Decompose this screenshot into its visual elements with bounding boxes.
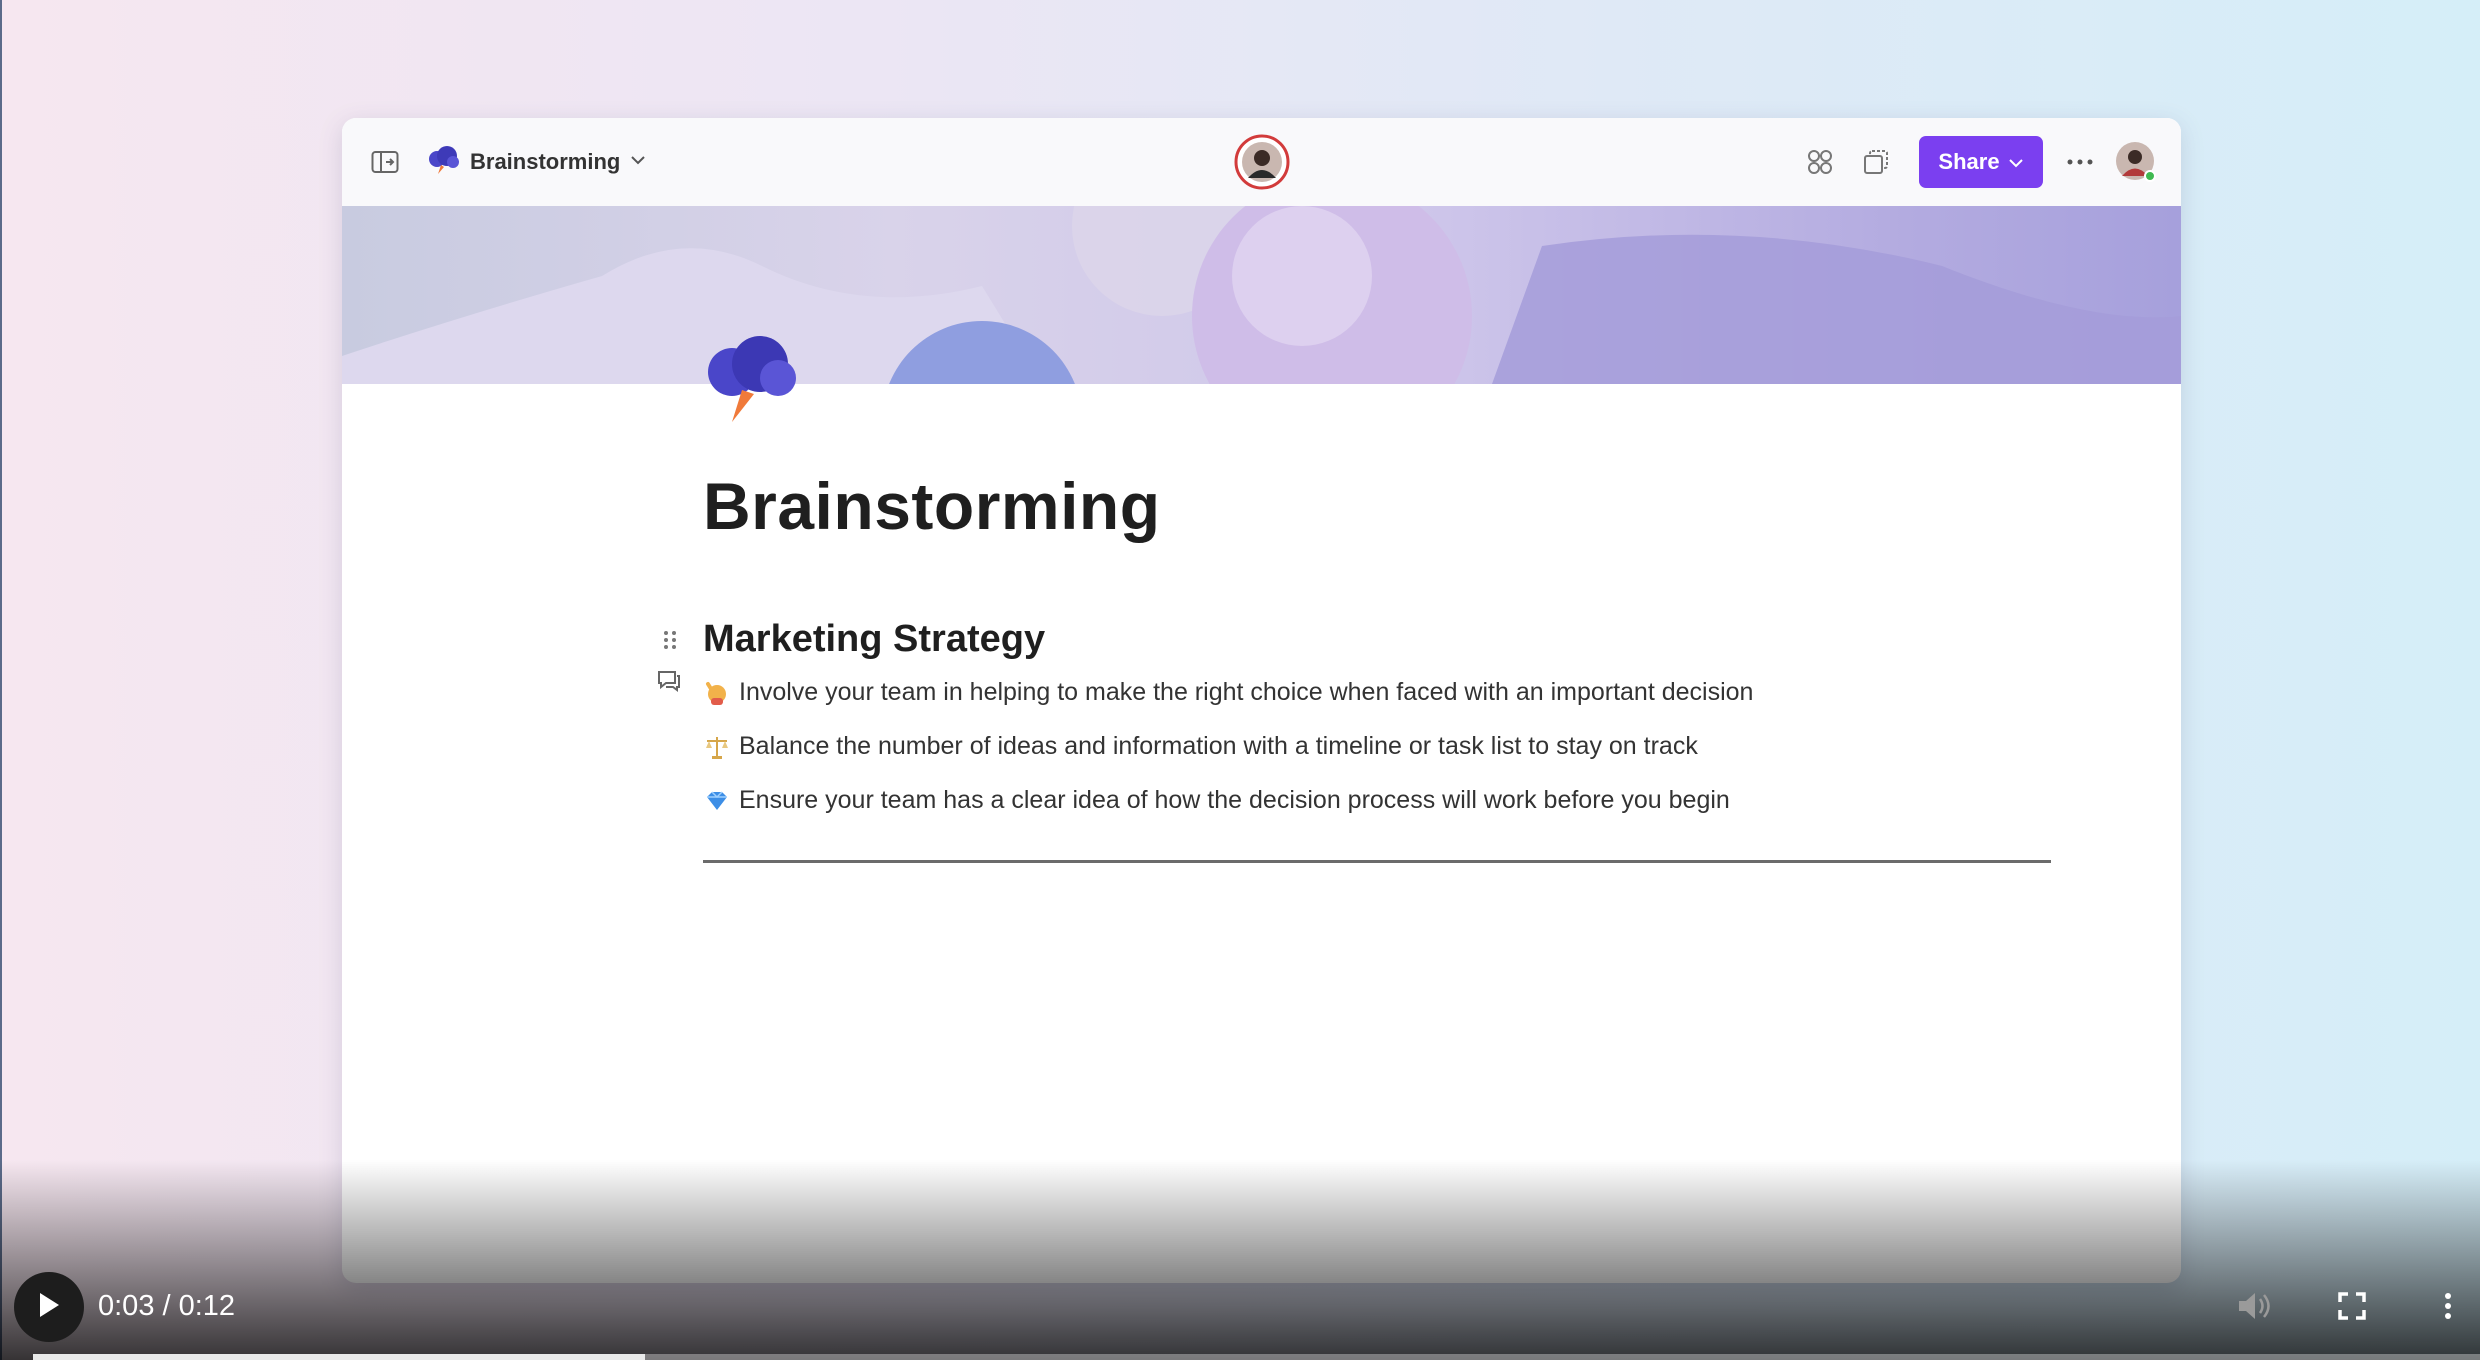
balance-scale-emoji-icon: [703, 733, 731, 761]
list-item: Balance the number of ideas and informat…: [703, 732, 1698, 761]
chevron-down-icon: [630, 153, 646, 171]
more-icon[interactable]: [2062, 146, 2098, 178]
list-item-text: Involve your team in helping to make the…: [739, 678, 1754, 706]
user-avatar[interactable]: [2114, 140, 2158, 184]
comment-icon[interactable]: [656, 668, 682, 694]
frame-edge: [0, 0, 2, 1360]
collaborator-avatar[interactable]: [1234, 134, 1290, 190]
play-button[interactable]: [14, 1272, 84, 1342]
more-options-button[interactable]: [2426, 1286, 2470, 1330]
page-title-label: Brainstorming: [470, 149, 621, 174]
drag-handle-icon[interactable]: [660, 628, 680, 652]
progress-fill: [33, 1354, 645, 1360]
loop-page-window: Brainstorming Share Brainstorming Market…: [342, 118, 2181, 1283]
video-frame: Brainstorming Share Brainstorming Market…: [0, 0, 2480, 1360]
raising-hand-emoji-icon: [703, 679, 731, 707]
time-display: 0:03 / 0:12: [98, 1290, 236, 1322]
page-title-dropdown[interactable]: Brainstorming: [426, 144, 646, 180]
storm-cloud-icon: [426, 145, 460, 180]
volume-icon: [2236, 1289, 2274, 1328]
sidebar-toggle-icon[interactable]: [370, 148, 400, 176]
top-bar: Brainstorming Share: [342, 118, 2181, 206]
cover-banner: [342, 206, 2181, 384]
play-icon: [36, 1291, 62, 1324]
fullscreen-button[interactable]: [2330, 1286, 2374, 1330]
more-vertical-icon: [2443, 1291, 2453, 1326]
copy-icon[interactable]: [1860, 146, 1892, 178]
list-item: Involve your team in helping to make the…: [703, 678, 1753, 707]
chevron-down-icon: [2008, 149, 2024, 175]
video-controls-overlay: [0, 1160, 2480, 1360]
share-button[interactable]: Share: [1919, 136, 2043, 188]
apps-grid-icon[interactable]: [1804, 146, 1836, 178]
fullscreen-icon: [2337, 1291, 2367, 1326]
list-item-text: Ensure your team has a clear idea of how…: [739, 786, 1730, 814]
list-item-text: Balance the number of ideas and informat…: [739, 732, 1698, 760]
storm-cloud-icon: [702, 334, 802, 424]
divider: [703, 860, 2051, 863]
page-title: Brainstorming: [703, 469, 1161, 543]
progress-bar[interactable]: [33, 1354, 2480, 1360]
share-label: Share: [1938, 149, 2000, 174]
section-heading: Marketing Strategy: [703, 618, 1046, 660]
gem-emoji-icon: [703, 787, 731, 815]
volume-button[interactable]: [2233, 1286, 2277, 1330]
list-item: Ensure your team has a clear idea of how…: [703, 786, 1730, 815]
